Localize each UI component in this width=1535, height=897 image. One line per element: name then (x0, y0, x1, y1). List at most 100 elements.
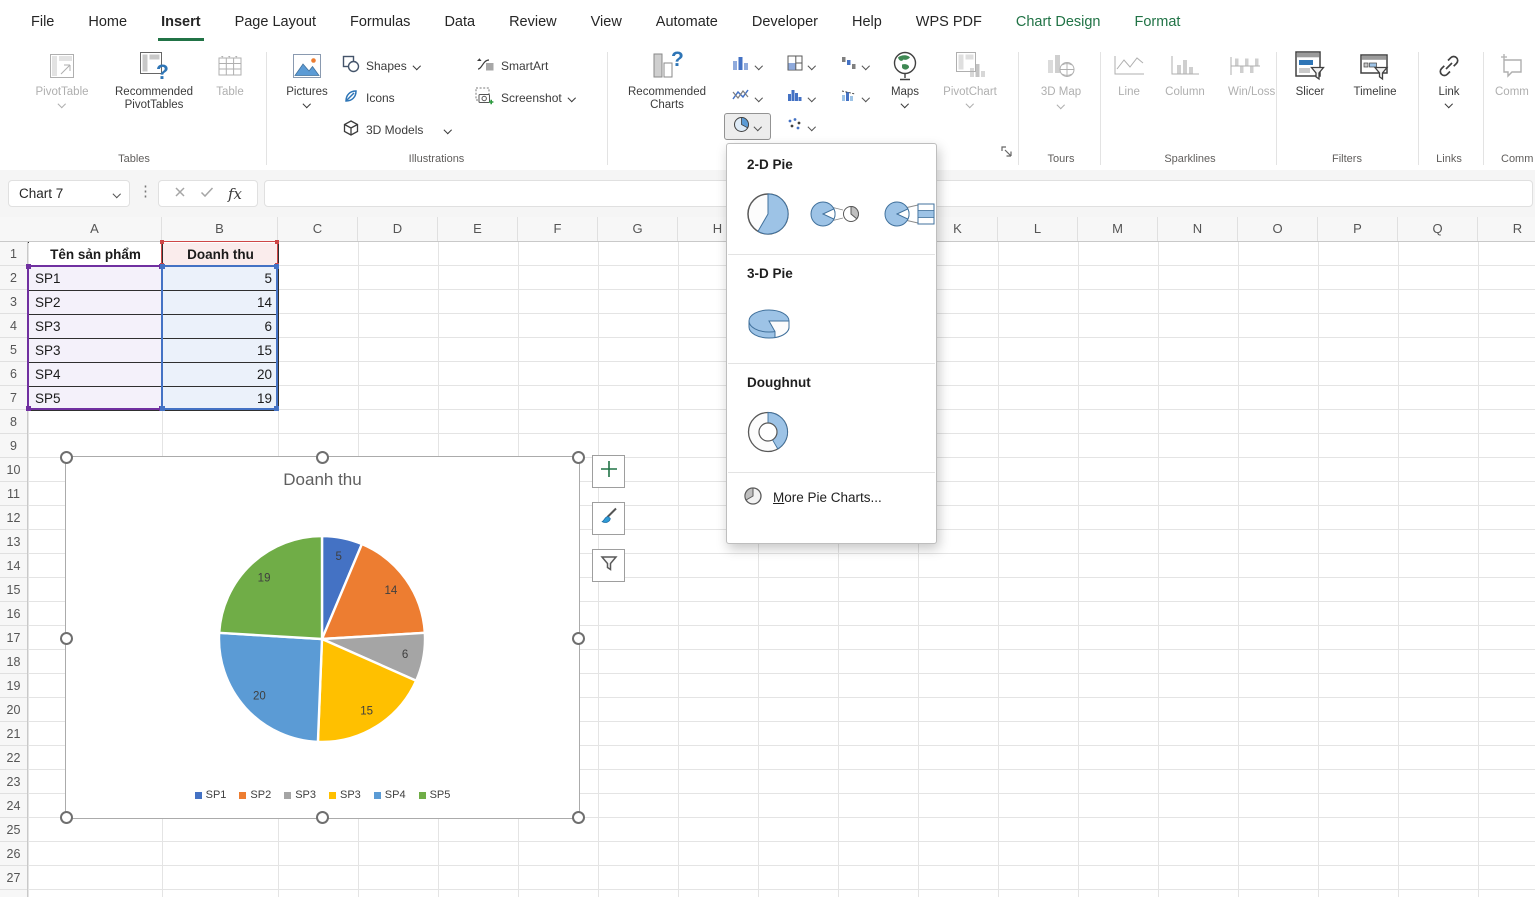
resize-handle[interactable] (572, 451, 585, 464)
row-header-22[interactable]: 22 (0, 746, 27, 770)
cell-A4[interactable]: SP3 (29, 315, 163, 339)
column-header-G[interactable]: G (598, 217, 678, 241)
insert-column-chart-button[interactable] (724, 52, 771, 79)
cell-A6[interactable]: SP4 (29, 363, 163, 387)
row-header-19[interactable]: 19 (0, 674, 27, 698)
column-header-F[interactable]: F (518, 217, 598, 241)
sparkline-winloss-button[interactable]: Win/Loss (1218, 48, 1275, 99)
screenshot-button[interactable]: Screenshot (475, 84, 577, 111)
link-button[interactable]: Link (1427, 48, 1471, 107)
row-header-4[interactable]: 4 (0, 314, 27, 338)
pictures-button[interactable]: Pictures (278, 48, 336, 107)
slicer-button[interactable]: Slicer (1282, 48, 1338, 99)
row-header-25[interactable]: 25 (0, 818, 27, 842)
maps-button[interactable]: Maps (879, 48, 931, 107)
tab-formulas[interactable]: Formulas (333, 0, 427, 45)
column-header-Q[interactable]: Q (1398, 217, 1478, 241)
row-header-16[interactable]: 16 (0, 602, 27, 626)
row-header-3[interactable]: 3 (0, 290, 27, 314)
row-header-12[interactable]: 12 (0, 506, 27, 530)
resize-handle[interactable] (572, 811, 585, 824)
name-box[interactable]: Chart 7 (8, 180, 130, 207)
chart-legend[interactable]: SP1 SP2 SP3 SP3 SP4 SP5 (66, 789, 579, 801)
pivottable-button[interactable]: PivotTable (20, 48, 104, 107)
column-header-E[interactable]: E (438, 217, 518, 241)
pivotchart-button[interactable]: PivotChart (937, 48, 1003, 107)
tab-file[interactable]: File (14, 0, 71, 45)
pie-slice-SP5-19[interactable] (217, 534, 324, 641)
insert-statistic-chart-button[interactable] (778, 84, 825, 111)
cell-A1[interactable]: Tên sản phẩm (29, 243, 163, 267)
row-header-2[interactable]: 2 (0, 266, 27, 290)
column-header-N[interactable]: N (1158, 217, 1238, 241)
tab-automate[interactable]: Automate (639, 0, 735, 45)
row-header-20[interactable]: 20 (0, 698, 27, 722)
tab-page-layout[interactable]: Page Layout (218, 0, 333, 45)
icons-button[interactable]: Icons (342, 84, 395, 111)
insert-function-icon[interactable]: fx (228, 185, 242, 203)
resize-handle[interactable] (60, 811, 73, 824)
tab-review[interactable]: Review (492, 0, 574, 45)
tab-wps-pdf[interactable]: WPS PDF (899, 0, 999, 45)
enter-icon[interactable] (200, 185, 214, 203)
row-header-5[interactable]: 5 (0, 338, 27, 362)
sparkline-line-button[interactable]: Line (1106, 48, 1152, 99)
resize-handle[interactable] (60, 451, 73, 464)
cell-A5[interactable]: SP3 (29, 339, 163, 363)
tab-format[interactable]: Format (1117, 0, 1197, 45)
column-header-D[interactable]: D (358, 217, 438, 241)
column-header-M[interactable]: M (1078, 217, 1158, 241)
pie-chart-object[interactable]: Doanh thu 5 14 6 15 20 19 SP1 SP2 SP3 SP3 SP4 SP5 (60, 451, 585, 824)
row-header-27[interactable]: 27 (0, 866, 27, 890)
menu-option-3d-pie[interactable] (743, 302, 795, 344)
cell-B4[interactable]: 6 (163, 315, 279, 339)
table-button[interactable]: Table (204, 48, 256, 99)
cell-A2[interactable]: SP1 (29, 267, 163, 291)
row-header-17[interactable]: 17 (0, 626, 27, 650)
cell-B3[interactable]: 14 (163, 291, 279, 315)
timeline-button[interactable]: Timeline (1340, 48, 1410, 99)
shapes-button[interactable]: Shapes (342, 52, 422, 79)
row-header-9[interactable]: 9 (0, 434, 27, 458)
row-header-10[interactable]: 10 (0, 458, 27, 482)
menu-option-pie[interactable] (743, 189, 793, 239)
insert-pie-chart-button[interactable] (724, 113, 771, 140)
column-header-O[interactable]: O (1238, 217, 1318, 241)
tab-chart-design[interactable]: Chart Design (999, 0, 1118, 45)
menu-option-bar-of-pie[interactable] (881, 192, 936, 236)
row-header-23[interactable]: 23 (0, 770, 27, 794)
column-header-P[interactable]: P (1318, 217, 1398, 241)
row-header-13[interactable]: 13 (0, 530, 27, 554)
column-header-A[interactable]: A (28, 217, 162, 241)
tab-insert[interactable]: Insert (144, 0, 218, 45)
row-header-15[interactable]: 15 (0, 578, 27, 602)
pie-slice-SP4-20[interactable] (217, 631, 324, 744)
3d-map-button[interactable]: 3D Map (1028, 48, 1094, 112)
cell-B7[interactable]: 19 (163, 387, 279, 411)
row-header-14[interactable]: 14 (0, 554, 27, 578)
column-header-R[interactable]: R (1478, 217, 1535, 241)
tab-view[interactable]: View (574, 0, 639, 45)
comment-button[interactable]: Comm (1491, 48, 1535, 99)
cell-B1[interactable]: Doanh thu (163, 243, 279, 267)
cell-B2[interactable]: 5 (163, 267, 279, 291)
insert-scatter-chart-button[interactable] (778, 113, 825, 140)
menu-item-more-pie-charts[interactable]: More Pie Charts... (727, 475, 936, 519)
menu-option-doughnut[interactable] (743, 407, 793, 457)
sparkline-column-button[interactable]: Column (1156, 48, 1214, 99)
recommended-charts-button[interactable]: ? Recommended Charts (621, 48, 713, 112)
charts-dialog-launcher[interactable] (1000, 145, 1013, 163)
row-header-7[interactable]: 7 (0, 386, 27, 410)
tab-help[interactable]: Help (835, 0, 899, 45)
row-header-1[interactable]: 1 (0, 242, 27, 266)
column-header-L[interactable]: L (998, 217, 1078, 241)
cell-B5[interactable]: 15 (163, 339, 279, 363)
tab-developer[interactable]: Developer (735, 0, 835, 45)
row-header-24[interactable]: 24 (0, 794, 27, 818)
formula-bar-drag-handle[interactable]: ⋮ (138, 182, 153, 200)
resize-handle[interactable] (316, 451, 329, 464)
tab-data[interactable]: Data (427, 0, 492, 45)
resize-handle[interactable] (572, 632, 585, 645)
cancel-icon[interactable] (174, 185, 186, 203)
3d-models-button[interactable]: 3D Models (342, 116, 452, 143)
